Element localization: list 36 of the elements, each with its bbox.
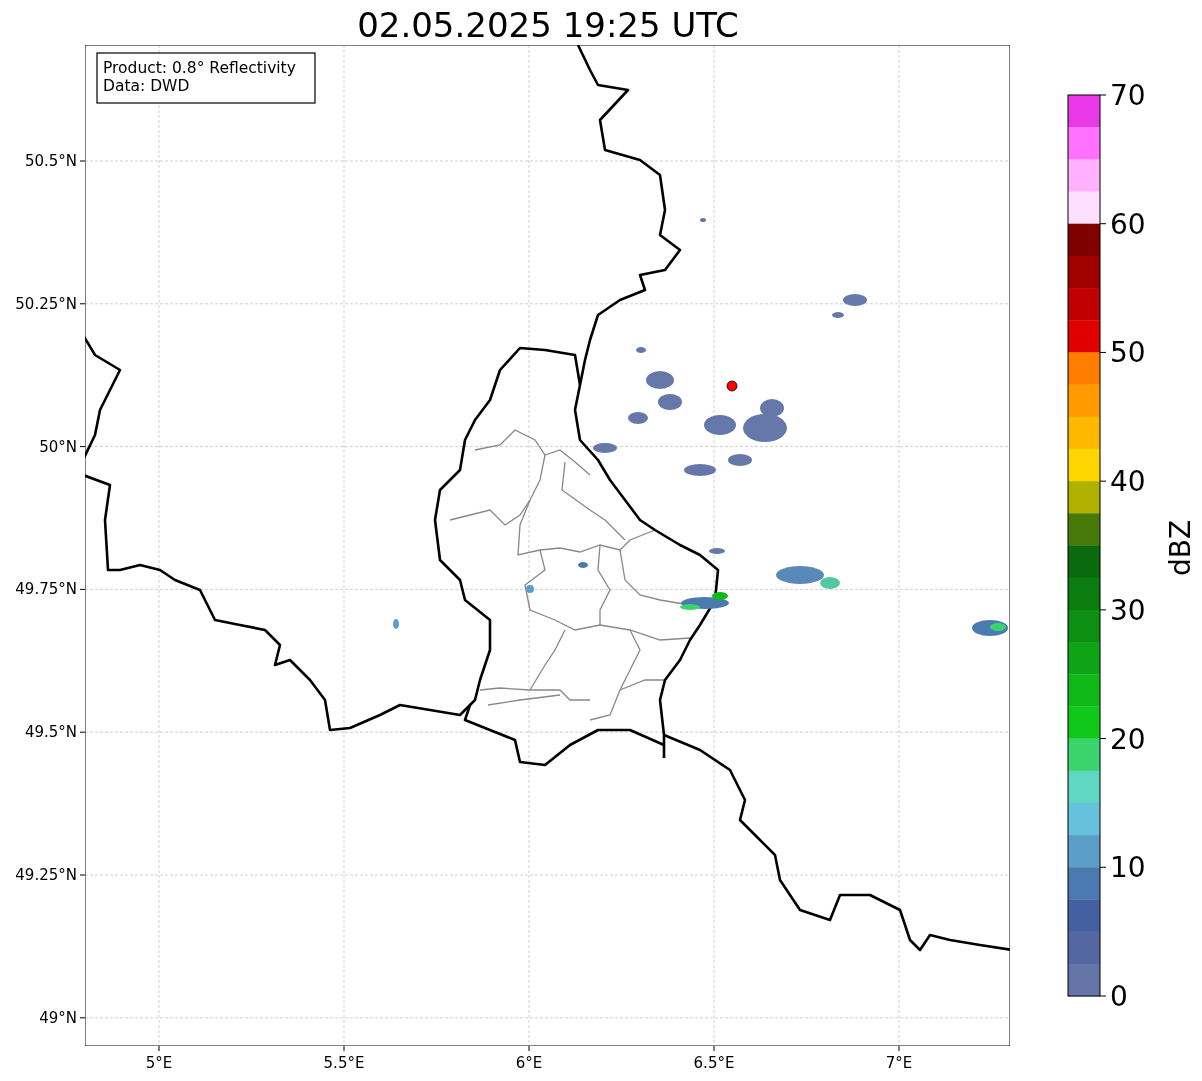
latitude-label: 50.5°N (24, 152, 77, 170)
chart-title: 02.05.2025 19:25 UTC (357, 5, 739, 45)
colorbar-tick-label: 60 (1110, 207, 1146, 241)
axis-tick (79, 731, 86, 733)
latitude-label: 50.25°N (15, 294, 77, 313)
colorbar-tick-label: 70 (1110, 79, 1146, 112)
info-text: Product: 0.8° Reflectivity (103, 59, 296, 77)
axis-tick (158, 1045, 160, 1052)
longitude-label: 5°E (145, 1054, 173, 1072)
axis-tick (79, 1017, 86, 1019)
colorbar-tick-label: 40 (1110, 465, 1146, 499)
latitude-label: 49.25°N (15, 866, 77, 884)
info-text: Data: DWD (103, 77, 190, 95)
axis-tick (343, 1045, 345, 1052)
colorbar-tick-label: 30 (1110, 593, 1146, 627)
colorbar-tick-label: 50 (1110, 336, 1146, 370)
longitude-label: 6.5°E (693, 1054, 735, 1072)
longitude-label: 5.5°E (323, 1054, 365, 1072)
axis-tick (898, 1045, 900, 1052)
longitude-label: 6°E (515, 1054, 543, 1072)
longitude-label: 7°E (885, 1054, 913, 1072)
axis-tick (528, 1045, 530, 1052)
colorbar-tick-label: 20 (1110, 722, 1146, 756)
axis-tick (79, 160, 86, 162)
latitude-label: 50°N (39, 437, 77, 456)
latitude-label: 49.5°N (24, 723, 77, 742)
colorbar-tick-label: 0 (1110, 980, 1128, 1013)
axis-tick (79, 874, 86, 876)
latitude-label: 49.75°N (15, 580, 77, 599)
axis-tick (79, 303, 86, 305)
axis-tick (713, 1045, 715, 1052)
axis-tick (79, 588, 86, 590)
latitude-label: 49°N (39, 1008, 77, 1027)
colorbar-label: dBZ (1164, 519, 1197, 577)
colorbar-tick-label: 10 (1110, 851, 1146, 885)
axis-tick (79, 446, 86, 448)
